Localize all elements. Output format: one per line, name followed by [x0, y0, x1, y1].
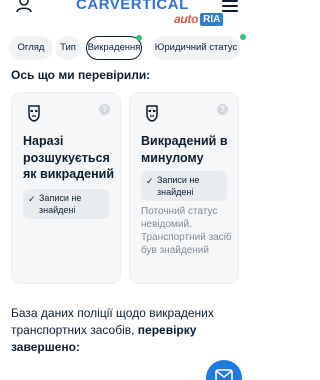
tab-overview[interactable]: Огляд	[9, 36, 53, 60]
card-description: Поточний статус невідомий. Транспортний …	[141, 206, 232, 256]
card-title: Наразі розшукується як викрадений	[23, 134, 115, 181]
menu-icon[interactable]	[222, 0, 238, 12]
badge-label: Записи не знайдені	[39, 193, 82, 215]
tab-type[interactable]: Тип	[55, 36, 81, 60]
carvertical-logo[interactable]: CARVERTICAL	[76, 0, 189, 13]
robber-icon	[28, 105, 40, 122]
status-dot	[240, 34, 246, 40]
summary-text: База даних поліції щодо викрадених транс…	[11, 305, 239, 356]
tab-legal-status[interactable]: Юридичний статус	[152, 34, 246, 60]
tab-theft[interactable]: Викрадення	[86, 35, 142, 60]
autoria-logo-ria: RIA	[200, 12, 224, 26]
card-title: Викрадений в минулому	[141, 134, 228, 165]
tab-label: Тип	[60, 42, 76, 53]
tab-label: Викрадення	[87, 42, 141, 53]
stolen-now-card: ? Наразі розшукується як викрадений ✓ За…	[11, 92, 121, 284]
tab-label: Юридичний статус	[154, 42, 238, 53]
section-title: Ось що ми перевірили:	[11, 68, 151, 82]
tab-label: Огляд	[17, 42, 45, 53]
robber-icon	[146, 105, 158, 122]
help-icon[interactable]: ?	[217, 104, 228, 115]
help-icon[interactable]: ?	[99, 104, 110, 115]
section-tabs: Огляд Тип Викрадення Юридичний статус	[0, 34, 250, 62]
check-icon: ✓	[28, 194, 36, 204]
status-dot	[136, 35, 142, 41]
no-records-badge: ✓ Записи не знайдені	[23, 189, 109, 219]
autoria-logo: auto RIA	[174, 10, 224, 28]
top-bar: CARVERTICAL auto RIA	[0, 0, 250, 26]
badge-label: Записи не знайдені	[157, 175, 200, 197]
contact-button[interactable]	[206, 360, 242, 380]
stolen-past-card: ? Викрадений в минулому ✓ Записи не знай…	[129, 92, 239, 284]
check-icon: ✓	[146, 176, 154, 186]
user-icon[interactable]	[14, 0, 34, 16]
autoria-logo-auto: auto	[174, 12, 199, 26]
no-records-badge: ✓ Записи не знайдені	[141, 171, 227, 201]
mail-icon	[215, 369, 233, 380]
